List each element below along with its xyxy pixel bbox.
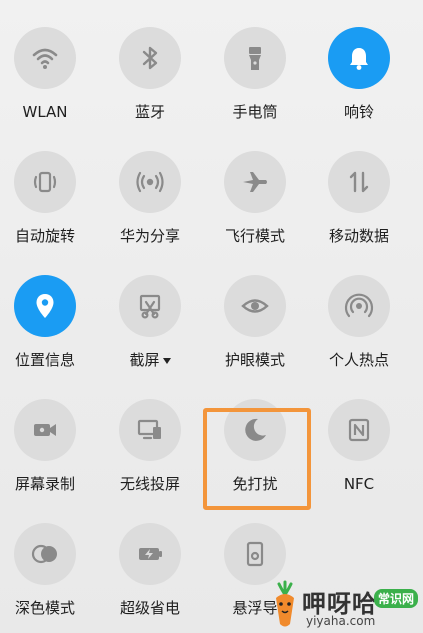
tile-label: 个人热点 (328, 351, 389, 369)
dark-mode-icon[interactable] (14, 523, 76, 585)
eye-icon[interactable] (224, 275, 286, 337)
tile-battery-saver[interactable]: 超级省电 (100, 523, 200, 633)
tile-screenshot[interactable]: 截屏 (100, 275, 200, 385)
caret-down-icon[interactable] (162, 358, 171, 364)
tile-label: 移动数据 (328, 227, 389, 245)
tile-auto-rotate[interactable]: 自动旋转 (0, 151, 95, 261)
tile-label: 护眼模式 (224, 351, 285, 369)
tile-label: 无线投屏 (119, 475, 180, 493)
quick-settings-grid: WLAN 蓝牙 手电筒 响铃 自动旋转 华为分享 飞行模式 移动数据 位置信息 … (0, 0, 423, 633)
watermark-url: yiyaha.com (306, 614, 376, 628)
mobile-data-icon[interactable] (328, 151, 390, 213)
share-icon[interactable] (119, 151, 181, 213)
tile-airplane[interactable]: 飞行模式 (205, 151, 305, 261)
tile-eye-comfort[interactable]: 护眼模式 (205, 275, 305, 385)
screenshot-label: 截屏 (129, 351, 160, 369)
location-icon[interactable] (14, 275, 76, 337)
tile-huawei-share[interactable]: 华为分享 (100, 151, 200, 261)
tile-ring[interactable]: 响铃 (309, 27, 409, 137)
auto-rotate-icon[interactable] (14, 151, 76, 213)
tile-label: 位置信息 (14, 351, 75, 369)
tile-label: NFC (343, 475, 375, 493)
tile-screen-record[interactable]: 屏幕录制 (0, 399, 95, 509)
tile-wireless-projection[interactable]: 无线投屏 (100, 399, 200, 509)
tile-nfc[interactable]: NFC (309, 399, 409, 509)
bluetooth-icon[interactable] (119, 27, 181, 89)
carrot-logo-icon (276, 580, 294, 627)
floating-nav-icon[interactable] (224, 523, 286, 585)
tile-flashlight[interactable]: 手电筒 (205, 27, 305, 137)
wifi-icon[interactable] (14, 27, 76, 89)
flashlight-icon[interactable] (224, 27, 286, 89)
highlight-box (203, 408, 311, 510)
tile-label: 响铃 (343, 103, 374, 121)
wireless-projection-icon[interactable] (119, 399, 181, 461)
hotspot-icon[interactable] (328, 275, 390, 337)
tile-label: 飞行模式 (224, 227, 285, 245)
tile-dark-mode[interactable]: 深色模式 (0, 523, 95, 633)
tile-label: 手电筒 (232, 103, 278, 121)
screen-record-icon[interactable] (14, 399, 76, 461)
tile-label: 蓝牙 (134, 103, 165, 121)
tile-label: 屏幕录制 (14, 475, 75, 493)
tile-location[interactable]: 位置信息 (0, 275, 95, 385)
watermark-badge: 常识网 (374, 589, 419, 608)
nfc-icon[interactable] (328, 399, 390, 461)
bell-icon[interactable] (328, 27, 390, 89)
tile-mobile-data[interactable]: 移动数据 (309, 151, 409, 261)
tile-label: 自动旋转 (14, 227, 75, 245)
tile-label: 超级省电 (119, 599, 180, 617)
watermark: 呷呀哈 常识网 yiyaha.com (266, 578, 423, 633)
tile-label: 深色模式 (14, 599, 75, 617)
airplane-icon[interactable] (224, 151, 286, 213)
screenshot-icon[interactable] (119, 275, 181, 337)
tile-hotspot[interactable]: 个人热点 (309, 275, 409, 385)
tile-wlan[interactable]: WLAN (0, 27, 95, 137)
battery-saver-icon[interactable] (119, 523, 181, 585)
tile-label: 华为分享 (119, 227, 180, 245)
tile-label: WLAN (22, 103, 68, 121)
tile-bluetooth[interactable]: 蓝牙 (100, 27, 200, 137)
tile-label[interactable]: 截屏 (129, 351, 171, 369)
